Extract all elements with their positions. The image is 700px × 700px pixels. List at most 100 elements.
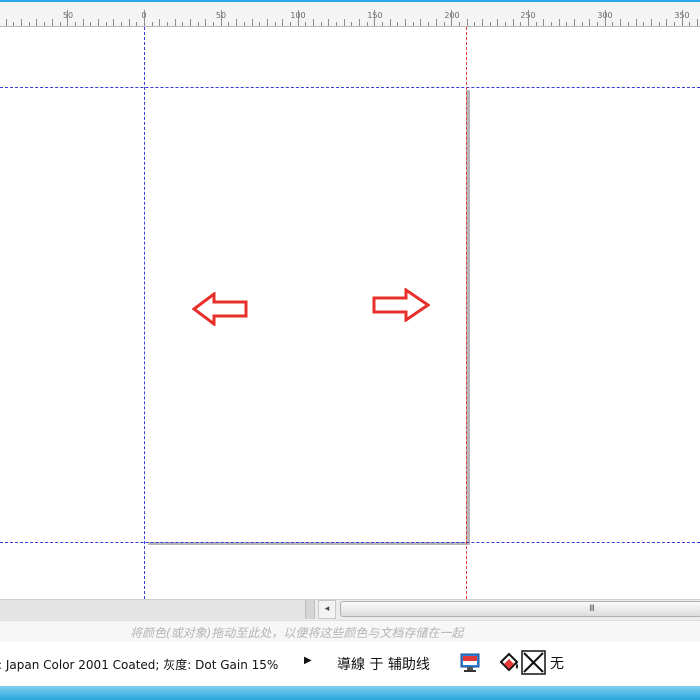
no-outline-icon[interactable] <box>521 650 546 675</box>
ruler-tick <box>259 22 260 26</box>
ruler-tick <box>275 22 276 26</box>
ruler-tick <box>113 19 114 26</box>
ruler-tick <box>98 19 99 26</box>
scroll-left-button[interactable]: ◂ <box>318 600 336 619</box>
ruler-tick <box>321 22 322 26</box>
color-profile-text[interactable]: : Japan Color 2001 Coated; 灰度: Dot Gain … <box>0 656 278 673</box>
ruler-tick <box>459 22 460 26</box>
scroll-thumb-grip: III <box>589 604 595 614</box>
ruler-tick <box>659 22 660 26</box>
ruler-tick <box>390 19 391 26</box>
ruler-tick <box>589 19 590 26</box>
ruler-tick <box>666 19 667 26</box>
ruler-tick <box>628 22 629 26</box>
splitter-handle[interactable] <box>305 600 314 619</box>
ruler-tick <box>543 19 544 26</box>
ruler-tick <box>420 19 421 26</box>
taskbar-strip <box>0 686 700 700</box>
ruler-tick <box>36 19 37 26</box>
ruler-tick <box>467 19 468 26</box>
snap-status-text: 導線 于 辅助线 <box>337 657 430 673</box>
outline-none-text: 无 <box>550 656 564 672</box>
ruler-tick <box>612 22 613 26</box>
ruler-tick <box>190 19 191 26</box>
ruler-tick <box>513 19 514 26</box>
ruler-tick <box>636 19 637 26</box>
drawing-canvas[interactable] <box>0 27 700 599</box>
fill-bucket-icon[interactable] <box>498 651 520 673</box>
ruler-tick <box>13 22 14 26</box>
ruler-tick <box>75 22 76 26</box>
ruler-tick <box>21 19 22 26</box>
ruler-tick <box>382 22 383 26</box>
ruler-tick <box>490 22 491 26</box>
ruler-tick <box>474 22 475 26</box>
palette-hint-text: 将颜色(或对象)拖动至此处，以便将这些颜色与文档存储在一起 <box>130 626 464 640</box>
ruler-label: 150 <box>367 11 383 20</box>
ruler-tick <box>244 22 245 26</box>
ruler-tick <box>290 22 291 26</box>
ruler-tick <box>574 19 575 26</box>
ruler-tick <box>367 22 368 26</box>
ruler-tick <box>198 22 199 26</box>
ruler-tick <box>336 22 337 26</box>
scroll-thumb[interactable]: III <box>340 601 700 617</box>
document-palette[interactable]: 将颜色(或对象)拖动至此处，以便将这些颜色与文档存储在一起 <box>0 620 700 643</box>
ruler-tick <box>505 22 506 26</box>
ruler-label: 200 <box>444 11 460 20</box>
ruler-tick <box>205 19 206 26</box>
arrow-left-icon <box>192 292 248 326</box>
guideline-horizontal-top[interactable] <box>0 87 700 88</box>
monitor-icon[interactable] <box>460 652 480 674</box>
ruler-tick <box>267 19 268 26</box>
guideline-horizontal-bottom[interactable] <box>0 542 700 543</box>
ruler-tick <box>106 22 107 26</box>
ruler-tick <box>351 22 352 26</box>
ruler-tick <box>213 22 214 26</box>
ruler-tick <box>689 22 690 26</box>
ruler-tick <box>90 22 91 26</box>
ruler-tick <box>566 22 567 26</box>
ruler-tick <box>682 10 683 26</box>
ruler-tick <box>643 22 644 26</box>
ruler-tick <box>359 19 360 26</box>
ruler-tick <box>221 10 222 26</box>
guideline-vertical-left[interactable] <box>144 27 145 599</box>
ruler-tick <box>175 19 176 26</box>
ruler-tick <box>159 19 160 26</box>
ruler-tick <box>298 10 299 26</box>
ruler-tick <box>528 10 529 26</box>
ruler-tick <box>605 10 606 26</box>
ruler-label: 50 <box>62 11 74 20</box>
ruler-tick <box>136 22 137 26</box>
window-top-accent <box>0 0 700 2</box>
ruler-tick <box>620 19 621 26</box>
ruler-tick <box>405 19 406 26</box>
ruler-tick <box>29 22 30 26</box>
status-bar: : Japan Color 2001 Coated; 灰度: Dot Gain … <box>0 642 700 686</box>
ruler-tick <box>436 19 437 26</box>
ruler-tick <box>444 22 445 26</box>
ruler-tick <box>328 19 329 26</box>
ruler-tick <box>182 22 183 26</box>
horizontal-scrollbar[interactable]: ◂ III <box>0 599 700 620</box>
ruler-tick <box>167 22 168 26</box>
ruler-tick <box>144 10 145 26</box>
arrow-right-icon <box>372 288 430 322</box>
ruler-tick <box>536 22 537 26</box>
ruler-tick <box>236 19 237 26</box>
ruler-tick <box>374 10 375 26</box>
ruler-tick <box>397 22 398 26</box>
ruler-tick <box>551 22 552 26</box>
ruler-tick <box>482 19 483 26</box>
play-arrow-icon[interactable]: ▶ <box>304 655 312 666</box>
ruler-tick <box>152 22 153 26</box>
ruler-tick <box>52 19 53 26</box>
ruler-tick <box>313 19 314 26</box>
ruler-tick <box>344 19 345 26</box>
ruler-tick <box>44 22 45 26</box>
ruler-tick <box>413 22 414 26</box>
horizontal-ruler[interactable]: 50 0 50 100 150 200 250 300 350 <box>0 0 700 27</box>
guideline-vertical-right[interactable] <box>466 27 467 599</box>
page-tabs-area[interactable] <box>0 600 315 619</box>
